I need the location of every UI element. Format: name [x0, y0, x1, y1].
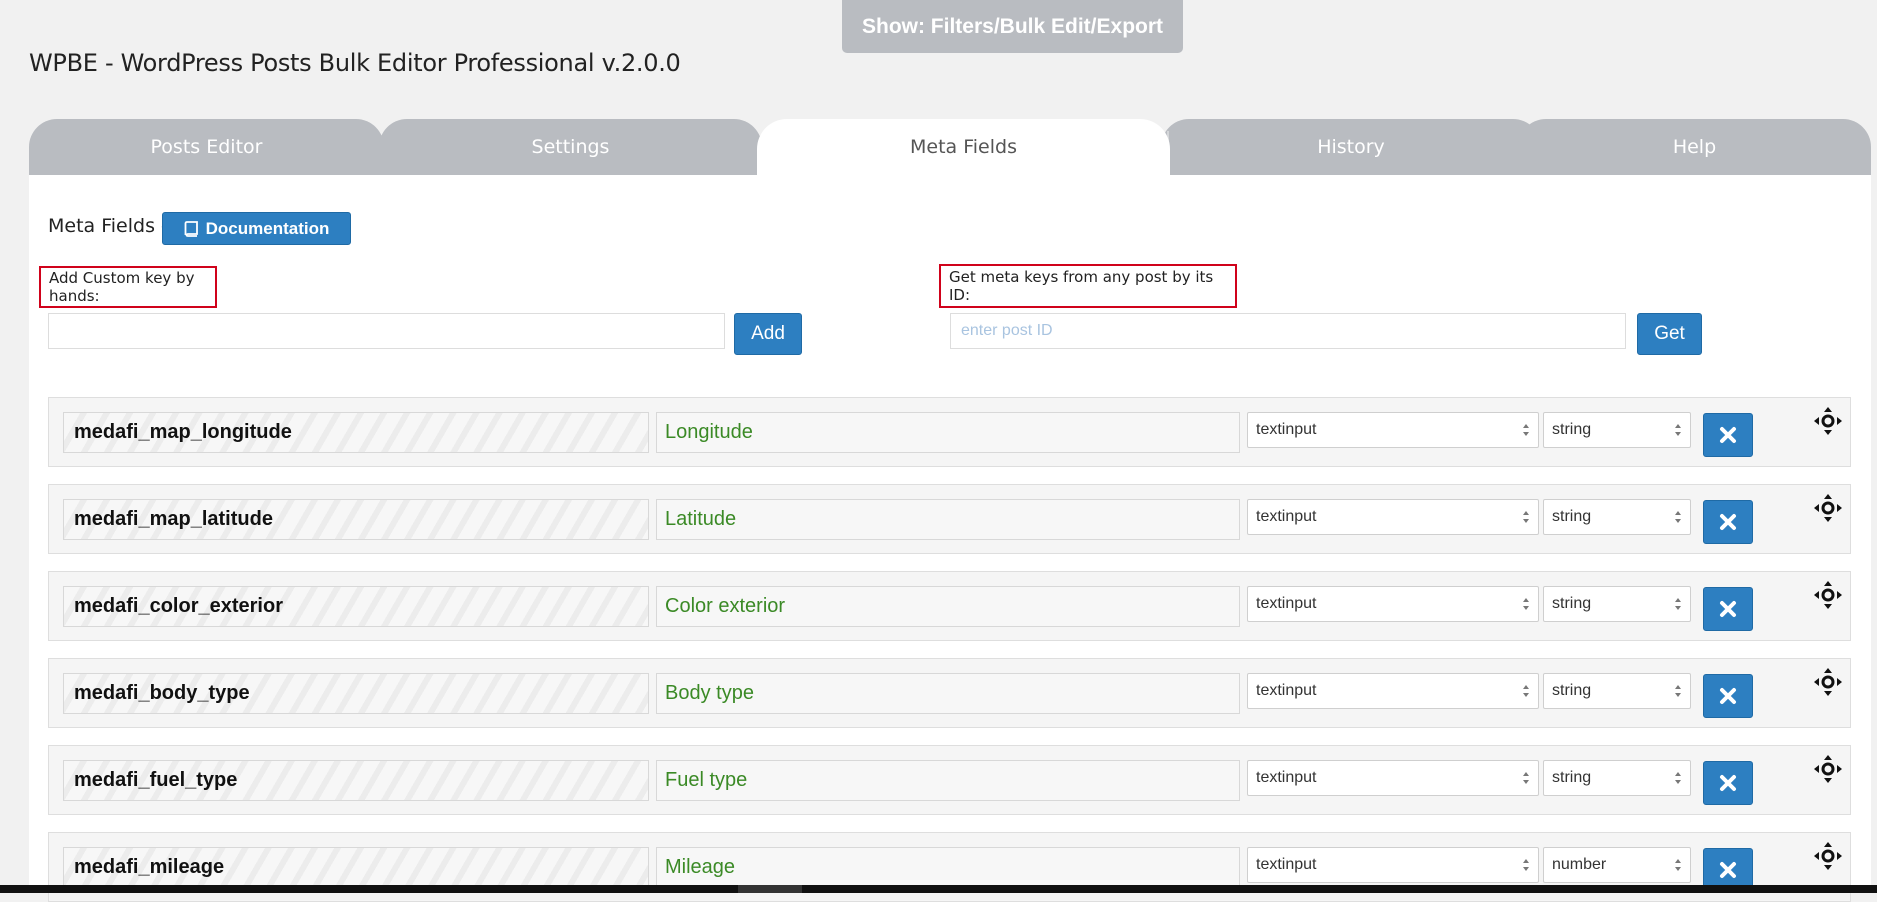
app-title: WPBE - WordPress Posts Bulk Editor Profe… [29, 49, 681, 77]
field-type-select[interactable]: textinput [1247, 499, 1539, 535]
delete-row-button[interactable] [1703, 674, 1753, 718]
close-icon [1720, 601, 1736, 617]
documentation-button[interactable]: Documentation [162, 212, 351, 245]
delete-row-button[interactable] [1703, 500, 1753, 544]
value-type-select[interactable]: string [1543, 673, 1691, 709]
field-type-select[interactable]: textinput [1247, 760, 1539, 796]
meta-key-field: medafi_body_type [63, 673, 649, 714]
meta-key-field: medafi_mileage [63, 847, 649, 888]
close-icon [1720, 427, 1736, 443]
sort-arrows-icon [1675, 859, 1681, 871]
sort-arrows-icon [1523, 859, 1529, 871]
meta-title-input[interactable]: Latitude [656, 499, 1240, 540]
meta-row: medafi_map_longitude Longitude textinput… [48, 397, 1851, 467]
close-icon [1720, 688, 1736, 704]
value-type-select[interactable]: string [1543, 499, 1691, 535]
delete-row-button[interactable] [1703, 587, 1753, 631]
sort-arrows-icon [1675, 772, 1681, 784]
meta-key-field: medafi_map_longitude [63, 412, 649, 453]
value-type-value: string [1552, 421, 1592, 438]
tab-meta-fields[interactable]: Meta Fields [757, 119, 1170, 175]
move-icon[interactable] [1813, 667, 1843, 697]
meta-row: medafi_color_exterior Color exterior tex… [48, 571, 1851, 641]
meta-key-field: medafi_fuel_type [63, 760, 649, 801]
tab-history[interactable]: History [1161, 119, 1541, 175]
delete-row-button[interactable] [1703, 413, 1753, 457]
sort-arrows-icon [1675, 598, 1681, 610]
custom-key-input[interactable] [48, 313, 725, 349]
field-type-value: textinput [1256, 595, 1317, 612]
field-type-select[interactable]: textinput [1247, 673, 1539, 709]
field-type-select[interactable]: textinput [1247, 586, 1539, 622]
value-type-select[interactable]: string [1543, 412, 1691, 448]
meta-key-field: medafi_map_latitude [63, 499, 649, 540]
move-icon[interactable] [1813, 754, 1843, 784]
tab-settings[interactable]: Settings [379, 119, 762, 175]
main-tabs: Posts Editor Settings History Help Meta … [29, 119, 1871, 175]
meta-title-input[interactable]: Color exterior [656, 586, 1240, 627]
meta-title-input[interactable]: Mileage [656, 847, 1240, 888]
value-type-select[interactable]: number [1543, 847, 1691, 883]
documentation-label: Documentation [205, 218, 330, 238]
custom-key-label: Add Custom key by hands: [39, 266, 217, 308]
move-icon[interactable] [1813, 841, 1843, 871]
sort-arrows-icon [1675, 685, 1681, 697]
move-icon[interactable] [1813, 580, 1843, 610]
value-type-select[interactable]: string [1543, 586, 1691, 622]
scrollbar-thumb[interactable] [738, 885, 802, 893]
sort-arrows-icon [1523, 772, 1529, 784]
move-icon[interactable] [1813, 493, 1843, 523]
field-type-value: textinput [1256, 682, 1317, 699]
field-type-select[interactable]: textinput [1247, 412, 1539, 448]
tab-posts-editor[interactable]: Posts Editor [29, 119, 384, 175]
close-icon [1720, 775, 1736, 791]
value-type-select[interactable]: string [1543, 760, 1691, 796]
meta-title-input[interactable]: Body type [656, 673, 1240, 714]
get-keys-button[interactable]: Get [1637, 313, 1702, 355]
value-type-value: string [1552, 595, 1592, 612]
delete-row-button[interactable] [1703, 761, 1753, 805]
sort-arrows-icon [1675, 424, 1681, 436]
meta-fields-panel: Meta Fields - Documentation Add Custom k… [29, 175, 1871, 902]
close-icon [1720, 514, 1736, 530]
post-id-label: Get meta keys from any post by its ID: [939, 264, 1237, 308]
value-type-value: number [1552, 856, 1607, 873]
meta-title-input[interactable]: Longitude [656, 412, 1240, 453]
field-type-value: textinput [1256, 421, 1317, 438]
post-id-input[interactable] [950, 313, 1626, 349]
field-type-value: textinput [1256, 769, 1317, 786]
sort-arrows-icon [1523, 424, 1529, 436]
field-type-value: textinput [1256, 856, 1317, 873]
value-type-value: string [1552, 508, 1592, 525]
value-type-value: string [1552, 682, 1592, 699]
tab-help[interactable]: Help [1518, 119, 1871, 175]
field-type-select[interactable]: textinput [1247, 847, 1539, 883]
sort-arrows-icon [1523, 598, 1529, 610]
move-icon[interactable] [1813, 406, 1843, 436]
value-type-value: string [1552, 769, 1592, 786]
meta-row: medafi_map_latitude Latitude textinput s… [48, 484, 1851, 554]
horizontal-scrollbar[interactable] [0, 885, 1877, 893]
sort-arrows-icon [1523, 511, 1529, 523]
show-filters-toggle[interactable]: Show: Filters/Bulk Edit/Export [842, 0, 1183, 53]
add-key-button[interactable]: Add [734, 313, 802, 355]
meta-row: medafi_body_type Body type textinput str… [48, 658, 1851, 728]
meta-title-input[interactable]: Fuel type [656, 760, 1240, 801]
field-type-value: textinput [1256, 508, 1317, 525]
section-title: Meta Fields - [48, 215, 168, 237]
sort-arrows-icon [1523, 685, 1529, 697]
meta-row: medafi_fuel_type Fuel type textinput str… [48, 745, 1851, 815]
close-icon [1720, 862, 1736, 878]
sort-arrows-icon [1675, 511, 1681, 523]
book-icon [184, 220, 198, 237]
meta-key-field: medafi_color_exterior [63, 586, 649, 627]
